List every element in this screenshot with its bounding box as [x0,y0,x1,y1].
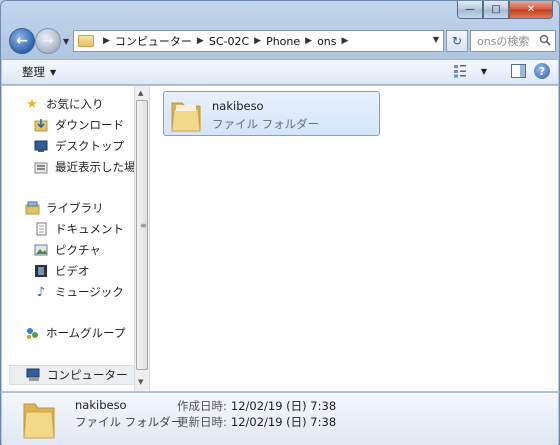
sidebar-item-label: ミュージック [55,285,124,299]
breadcrumb-computer[interactable]: コンピューター [115,33,192,49]
sidebar-item-label: ドキュメント [55,222,124,236]
details-modified-label: 更新日時: [177,415,227,429]
scrollbar-thumb[interactable]: ≡ [136,100,148,370]
sidebar-item-favorites[interactable]: ★ お気に入り [24,94,104,114]
breadcrumb-sc-02c[interactable]: SC-02C [209,35,249,48]
details-pane: nakibeso ファイル フォルダー 作成日時: 12/02/19 (日) 7… [2,392,558,445]
organize-label: 整理 [22,65,45,79]
sidebar-item-label: コンピューター [47,368,128,382]
details-modified-value: 12/02/19 (日) 7:38 [230,415,337,429]
sidebar-item-computer[interactable]: コンピューター [9,365,135,385]
close-button[interactable]: ✕ [509,1,553,19]
address-history-dropdown-icon[interactable]: ▼ [433,35,439,44]
back-button[interactable]: ← [9,28,35,54]
file-item-nakibeso[interactable]: nakibeso ファイル フォルダー [163,91,380,136]
sidebar-item-documents[interactable]: ドキュメント [33,219,124,239]
details-modified-row: 更新日時: 12/02/19 (日) 7:38 [177,414,336,430]
computer-icon [25,367,41,383]
preview-pane-icon[interactable] [510,63,526,79]
sidebar-item-label: ピクチャ [55,243,101,257]
pictures-icon [33,242,49,258]
sidebar-item-label: ダウンロード [55,118,124,132]
sidebar-item-pictures[interactable]: ピクチャ [33,240,101,260]
chevron-down-icon: ▼ [50,67,57,77]
file-type: ファイル フォルダー [212,117,320,131]
details-type: ファイル フォルダー [75,415,183,429]
search-placeholder: onsの検索 [477,35,530,48]
forward-button[interactable]: → [35,28,61,54]
desktop-icon [33,138,49,154]
refresh-button[interactable]: ↻ [446,30,468,52]
details-created-label: 作成日時: [177,399,227,413]
folder-icon [171,102,201,132]
navigation-pane: ★ お気に入り ダウンロード デスクトップ 最近表示した場所 ライブラリ ドキュ… [2,86,149,391]
refresh-icon: ↻ [451,34,463,48]
sidebar-item-label: デスクトップ [55,139,124,153]
sidebar-item-libraries[interactable]: ライブラリ [24,198,104,218]
details-name: nakibeso [75,398,127,412]
file-list: nakibeso ファイル フォルダー [150,86,558,391]
navigation-pane-scrollbar[interactable]: ▲ ≡ ▼ [134,86,149,391]
views-dropdown-icon[interactable]: ▼ [476,63,492,79]
sidebar-item-homegroup[interactable]: ホームグループ [24,323,125,343]
grip-icon: ≡ [140,221,147,230]
sidebar-item-label: ホームグループ [46,326,126,340]
sidebar-item-recent-places[interactable]: 最近表示した場所 [33,157,147,177]
star-icon: ★ [26,96,38,112]
views-icon[interactable] [452,63,468,79]
navigation-bar: ← → ▼ ▶ コンピューター ▶ SC-02C ▶ Phone ▶ ons ▶… [7,25,556,57]
videos-icon [33,263,49,279]
chevron-right-icon[interactable]: ▶ [300,36,317,46]
breadcrumb-ons[interactable]: ons [317,35,336,48]
recent-places-icon [33,159,49,175]
music-icon: ♪ [36,284,46,300]
details-created-row: 作成日時: 12/02/19 (日) 7:38 [177,398,336,414]
search-input[interactable]: onsの検索 [470,30,556,52]
sidebar-item-music[interactable]: ♪ ミュージック [33,282,124,302]
file-name: nakibeso [212,99,264,113]
folder-icon [78,35,94,47]
explorer-window: — □ ✕ ← → ▼ ▶ コンピューター ▶ SC-02C ▶ Phone ▶… [0,0,560,445]
organize-button[interactable]: 整理 ▼ [22,64,56,80]
documents-icon [33,221,49,237]
maximize-button[interactable]: □ [483,1,509,19]
folder-icon [23,403,55,439]
sidebar-item-label: ライブラリ [46,201,104,215]
search-icon[interactable] [539,34,551,46]
content-area: ★ お気に入り ダウンロード デスクトップ 最近表示した場所 ライブラリ ドキュ… [2,86,558,391]
chevron-right-icon[interactable]: ▶ [98,36,115,46]
details-created-value: 12/02/19 (日) 7:38 [230,399,337,413]
sidebar-item-label: お気に入り [46,97,104,111]
recent-pages-dropdown-icon[interactable]: ▼ [63,37,69,46]
downloads-icon [33,117,49,133]
chevron-right-icon[interactable]: ▶ [249,36,266,46]
sidebar-item-videos[interactable]: ビデオ [33,261,90,281]
caption-buttons: — □ ✕ [457,1,553,19]
command-bar: 整理 ▼ ▼ ? [2,59,558,85]
sidebar-item-label: ビデオ [55,264,90,278]
scroll-down-icon[interactable]: ▼ [138,378,143,386]
homegroup-icon [24,325,40,341]
address-bar[interactable]: ▶ コンピューター ▶ SC-02C ▶ Phone ▶ ons ▶ ▼ [73,30,444,52]
chevron-right-icon[interactable]: ▶ [337,36,354,46]
libraries-icon [24,200,40,216]
scroll-up-icon[interactable]: ▲ [138,89,143,97]
minimize-button[interactable]: — [457,1,483,19]
sidebar-item-downloads[interactable]: ダウンロード [33,115,124,135]
chevron-right-icon[interactable]: ▶ [192,36,209,46]
sidebar-item-desktop[interactable]: デスクトップ [33,136,124,156]
breadcrumb-phone[interactable]: Phone [266,35,300,48]
help-icon[interactable]: ? [534,63,550,79]
